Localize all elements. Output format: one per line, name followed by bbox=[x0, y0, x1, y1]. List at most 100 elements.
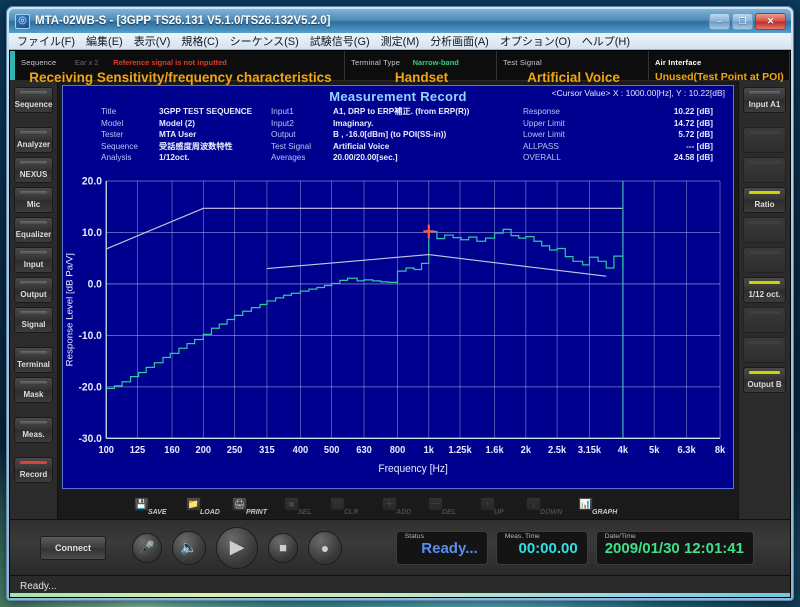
save-button[interactable]: 💾 SAVE bbox=[132, 491, 178, 517]
right-item-blank-6[interactable] bbox=[743, 337, 786, 363]
sidebar-label: Analyzer bbox=[16, 140, 51, 149]
record-value: Imaginary. bbox=[333, 118, 374, 128]
terminal-type-cell[interactable]: Terminal Type Narrow-band Handset bbox=[345, 51, 497, 85]
record-value: MTA User bbox=[159, 130, 197, 140]
menu-item-analysis[interactable]: 分析画面(A) bbox=[430, 33, 489, 49]
sidebar-item-record[interactable]: Record bbox=[14, 457, 53, 483]
sidebar-item-meas[interactable]: Meas. bbox=[14, 417, 53, 443]
menu-item-help[interactable]: ヘルプ(H) bbox=[582, 33, 630, 49]
sidebar-item-sequence[interactable]: Sequence bbox=[14, 87, 53, 113]
menu-item-testsignal[interactable]: 試験信号(G) bbox=[310, 33, 370, 49]
stop-icon[interactable]: ■ bbox=[268, 532, 298, 563]
sidebar-item-nexus[interactable]: NEXUS bbox=[14, 157, 53, 183]
load-button[interactable]: 📁 LOAD bbox=[184, 491, 230, 517]
record-value: 受話感度周波数特性 bbox=[159, 141, 233, 151]
right-item-input-a1[interactable]: Input A1 bbox=[743, 87, 786, 113]
menu-item-measure[interactable]: 測定(M) bbox=[381, 33, 420, 49]
menu-item-option[interactable]: オプション(O) bbox=[500, 33, 571, 49]
close-button[interactable]: ✕ bbox=[755, 12, 786, 30]
right-item-octave[interactable]: 1/12 oct. bbox=[743, 277, 786, 303]
right-item-blank-3[interactable] bbox=[743, 217, 786, 243]
right-item-ratio[interactable]: Ratio bbox=[743, 187, 786, 213]
record-value: 14.72 [dB] bbox=[673, 118, 713, 128]
delete-button[interactable]: － DEL bbox=[426, 491, 472, 517]
menu-item-view[interactable]: 表示(V) bbox=[134, 33, 171, 49]
sidebar-label: Output bbox=[20, 290, 47, 299]
sidebar-item-mic[interactable]: Mic bbox=[14, 187, 53, 213]
terminal-band-value: Narrow-band bbox=[412, 58, 459, 67]
right-item-blank-2[interactable] bbox=[743, 157, 786, 183]
record-key: Response bbox=[523, 107, 560, 116]
svg-text:630: 630 bbox=[356, 445, 372, 456]
record-key: Averages bbox=[271, 153, 306, 163]
plot-svg: -30.0 -20.0 -10.0 0.0 10.0 20.0 100 125 160 200 25… bbox=[65, 176, 726, 475]
microphone-icon[interactable]: 🎤 bbox=[132, 532, 162, 563]
status-readout-label: Status bbox=[404, 532, 424, 540]
svg-text:20.0: 20.0 bbox=[82, 176, 102, 187]
plot-area[interactable]: -30.0 -20.0 -10.0 0.0 10.0 20.0 100 125 160 200 25… bbox=[63, 172, 733, 488]
ear-label: Ear x 2 bbox=[74, 58, 99, 67]
sidebar-label: Mask bbox=[23, 390, 44, 399]
arrow-down-icon: ↓ bbox=[526, 497, 541, 511]
right-item-blank-1[interactable] bbox=[743, 127, 786, 153]
menu-item-sequence[interactable]: シーケンス(S) bbox=[230, 33, 299, 49]
sidebar-label: Equalizer bbox=[15, 230, 52, 239]
application-window: ◎ MTA-02WB-S - [3GPP TS26.131 V5.1.0/TS2… bbox=[6, 6, 794, 601]
record-icon[interactable]: ● bbox=[308, 530, 342, 565]
sidebar-item-signal[interactable]: Signal bbox=[14, 307, 53, 333]
sidebar-item-mask[interactable]: Mask bbox=[14, 377, 53, 403]
connect-button[interactable]: Connect bbox=[40, 535, 106, 560]
sidebar-item-output[interactable]: Output bbox=[14, 277, 53, 303]
right-item-output-b[interactable]: Output B bbox=[743, 367, 786, 393]
print-button[interactable]: 🖨 PRINT bbox=[230, 491, 276, 517]
right-item-blank-5[interactable] bbox=[743, 307, 786, 333]
menu-item-edit[interactable]: 編集(E) bbox=[86, 33, 123, 49]
reference-warning: Reference signal is not inputted bbox=[113, 58, 227, 67]
sidebar-label: NEXUS bbox=[19, 170, 48, 179]
svg-text:0.0: 0.0 bbox=[88, 279, 102, 290]
play-icon[interactable]: ▶ bbox=[216, 526, 258, 569]
record-key: Input1 bbox=[271, 107, 294, 116]
sidebar-item-terminal[interactable]: Terminal bbox=[14, 347, 53, 373]
bottom-accent bbox=[10, 593, 790, 597]
menu-item-file[interactable]: ファイル(F) bbox=[17, 33, 75, 49]
air-interface-cell[interactable]: Air Interface Unused(Test Point at POI) bbox=[649, 51, 790, 83]
right-label: Input A1 bbox=[748, 100, 781, 109]
plus-icon: ＋ bbox=[382, 497, 397, 511]
title-bar: ◎ MTA-02WB-S - [3GPP TS26.131 V5.1.0/TS2… bbox=[9, 9, 791, 33]
app-body: Sequence Ear x 2 Reference signal is not… bbox=[9, 50, 791, 598]
clear-button[interactable]: □ CLR bbox=[328, 491, 374, 517]
record-key: Model bbox=[101, 118, 124, 128]
transport-buttons: 🎤 🔈 ▶ ■ ● bbox=[132, 526, 342, 569]
sidebar-item-analyzer[interactable]: Analyzer bbox=[14, 127, 53, 153]
svg-text:10.0: 10.0 bbox=[82, 228, 102, 239]
right-item-blank-4[interactable] bbox=[743, 247, 786, 273]
sidebar-label: Input bbox=[23, 260, 44, 269]
record-value: 24.58 [dB] bbox=[673, 153, 713, 163]
move-down-button[interactable]: ↓ DOWN bbox=[524, 491, 570, 517]
main-row: Sequence Analyzer NEXUS Mic Equalizer In… bbox=[10, 81, 790, 519]
measurement-chart[interactable]: Measurement Record Title 3GPP TEST SEQUE… bbox=[62, 85, 734, 489]
record-value: B , -16.0[dBm] (to POI(SS-in)) bbox=[333, 130, 447, 140]
button-label: GRAPH bbox=[592, 509, 618, 516]
test-signal-cell[interactable]: Test Signal Artificial Voice bbox=[497, 51, 649, 85]
minimize-button[interactable]: – bbox=[709, 12, 730, 30]
sequence-info-cell[interactable]: Sequence Ear x 2 Reference signal is not… bbox=[15, 51, 345, 85]
left-toolbar: Sequence Analyzer NEXUS Mic Equalizer In… bbox=[10, 81, 58, 519]
sidebar-label: Record bbox=[19, 470, 48, 479]
graph-icon: 📊 bbox=[578, 497, 593, 511]
right-toolbar: Input A1 Ratio 1/12 oct. Output B bbox=[738, 81, 790, 519]
svg-text:100: 100 bbox=[98, 445, 114, 456]
sidebar-item-input[interactable]: Input bbox=[14, 247, 53, 273]
add-button[interactable]: ＋ ADD bbox=[380, 491, 426, 517]
move-up-button[interactable]: ↑ UP bbox=[478, 491, 524, 517]
maximize-button[interactable]: ❐ bbox=[732, 12, 753, 30]
menu-item-standard[interactable]: 規格(C) bbox=[181, 33, 218, 49]
minus-icon: － bbox=[428, 497, 443, 511]
select-button[interactable]: ■ SEL bbox=[282, 491, 328, 517]
button-label: UP bbox=[494, 509, 504, 516]
graph-button[interactable]: 📊 GRAPH bbox=[576, 491, 622, 517]
sidebar-item-equalizer[interactable]: Equalizer bbox=[14, 217, 53, 243]
right-label: Ratio bbox=[754, 200, 775, 209]
speaker-icon[interactable]: 🔈 bbox=[172, 530, 206, 565]
